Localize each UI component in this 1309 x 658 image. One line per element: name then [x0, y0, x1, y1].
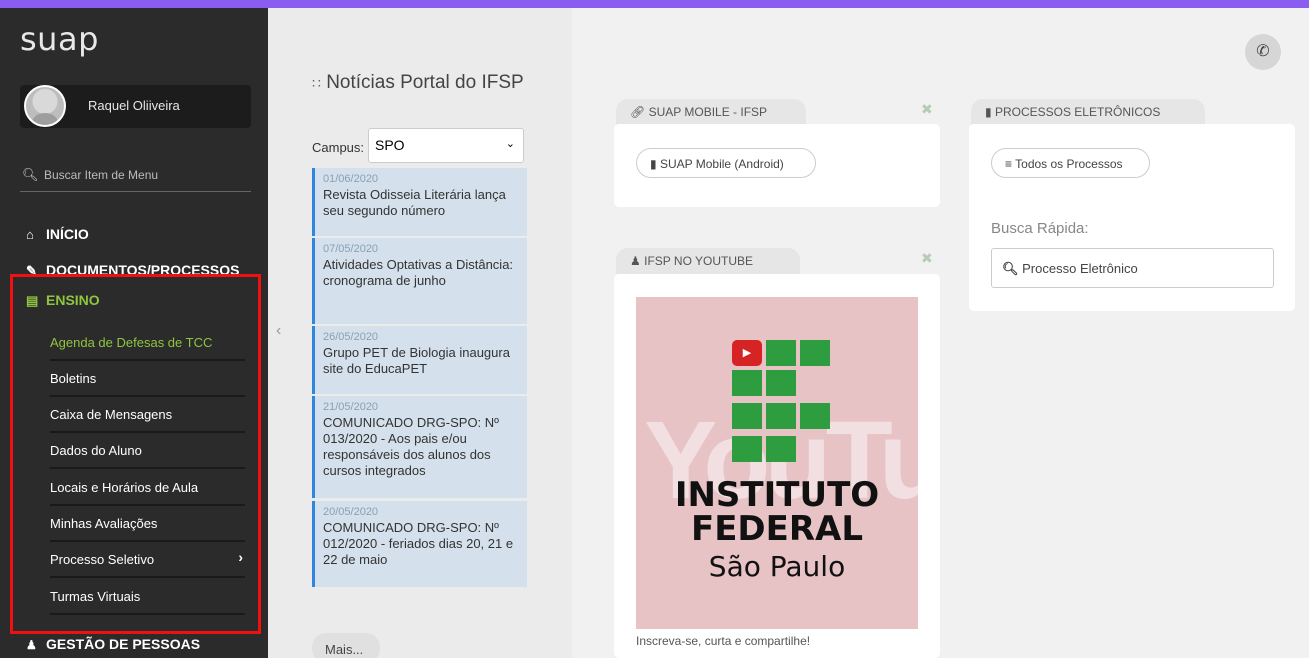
chevron-left-icon[interactable]: ‹ — [276, 322, 281, 340]
thumbnail-text-line2: FEDERAL — [690, 509, 864, 549]
more-news-button[interactable]: Mais... — [312, 633, 380, 658]
logo-square — [800, 340, 830, 366]
news-headline[interactable]: COMUNICADO DRG-SPO: Nº 013/2020 - Aos pa… — [323, 415, 519, 479]
submenu-boletins[interactable]: Boletins — [50, 362, 245, 397]
logo-square — [766, 340, 796, 366]
phone-icon[interactable]: ✆ — [1245, 34, 1281, 70]
close-icon[interactable]: ✖ — [921, 101, 933, 118]
news-date: 01/06/2020 — [323, 173, 379, 185]
news-headline[interactable]: Atividades Optativas a Distância: cronog… — [323, 257, 519, 289]
busca-rapida-label: Busca Rápida: — [991, 220, 1089, 237]
chevron-right-icon: › — [238, 549, 243, 565]
suap-mobile-android-button[interactable]: ▮ SUAP Mobile (Android) — [636, 148, 816, 178]
avatar — [24, 85, 66, 127]
thumbnail-text-line3: São Paulo — [708, 550, 846, 583]
button-label: Todos os Processos — [1015, 157, 1123, 171]
todos-processos-button[interactable]: ≡ Todos os Processos — [991, 148, 1150, 178]
news-item[interactable]: 01/06/2020 Revista Odisseia Literária la… — [312, 168, 527, 236]
news-item[interactable]: 20/05/2020 COMUNICADO DRG-SPO: Nº 012/20… — [312, 501, 527, 587]
news-headline[interactable]: Revista Odisseia Literária lança seu seg… — [323, 187, 519, 219]
card-title: SUAP MOBILE - IFSP — [648, 105, 768, 119]
campus-select[interactable]: SPO ⌄ — [368, 128, 524, 163]
menu-item-label: GESTÃO DE PESSOAS — [46, 636, 201, 652]
news-date: 07/05/2020 — [323, 243, 379, 255]
menu-item-label: INÍCIO — [46, 226, 89, 242]
list-icon: ≡ — [1005, 157, 1013, 171]
busca-placeholder: Processo Eletrônico — [1022, 261, 1138, 276]
submenu-caixa-mensagens[interactable]: Caixa de Mensagens — [50, 398, 245, 433]
busca-rapida-input[interactable]: 🔍︎ Processo Eletrônico — [991, 248, 1274, 288]
logo-square — [766, 370, 796, 396]
logo-square — [732, 370, 762, 396]
button-label: SUAP Mobile (Android) — [659, 157, 784, 171]
logo-square — [766, 403, 796, 429]
card-tab-youtube: ♟ IFSP NO YOUTUBE — [616, 248, 800, 274]
menu-item-label: ENSINO — [46, 292, 100, 308]
close-icon[interactable]: ✖ — [921, 250, 933, 267]
youtube-caption: Inscreva-se, curta e compartilhe! — [636, 634, 811, 648]
campus-select-value: SPO — [375, 137, 405, 153]
users-icon: ♟ — [630, 254, 641, 268]
home-icon: ⌂ — [26, 227, 34, 242]
users-icon: ♟ — [26, 638, 37, 652]
mobile-icon: ▮ — [650, 157, 657, 171]
youtube-play-icon: ▶ — [732, 340, 762, 366]
menu-item-ensino[interactable]: ▤ ENSINO — [26, 292, 100, 309]
news-date: 21/05/2020 — [323, 401, 379, 413]
menu-item-gestao-pessoas[interactable]: ♟ GESTÃO DE PESSOAS — [26, 636, 200, 652]
thumbnail-text-line1: INSTITUTO — [674, 475, 880, 515]
user-name: Raquel Oliiveira — [88, 98, 180, 113]
submenu-dados-aluno[interactable]: Dados do Aluno — [50, 434, 245, 469]
app-logo[interactable]: suap — [20, 20, 99, 58]
submenu-label: Processo Seletivo — [50, 552, 155, 567]
news-headline[interactable]: Grupo PET de Biologia inaugura site do E… — [323, 345, 519, 377]
search-icon: 🔍︎ — [1002, 261, 1019, 276]
campus-label: Campus: — [312, 140, 365, 155]
news-item[interactable]: 07/05/2020 Atividades Optativas a Distân… — [312, 238, 527, 324]
news-date: 26/05/2020 — [323, 331, 379, 343]
menu-item-inicio[interactable]: ⌂ INÍCIO — [26, 226, 89, 242]
submenu-locais-horarios[interactable]: Locais e Horários de Aula — [50, 471, 245, 506]
menu-search-input[interactable]: Buscar Item de Menu — [44, 168, 158, 182]
card-tab-processos: ▮ PROCESSOS ELETRÔNICOS — [971, 99, 1205, 125]
chalkboard-icon: ▤ — [26, 293, 39, 308]
submenu-processo-seletivo[interactable]: Processo Seletivo › — [50, 543, 245, 578]
logo-square — [800, 403, 830, 429]
news-title-text: Notícias Portal do IFSP — [326, 72, 524, 93]
submenu-agenda-defesas[interactable]: Agenda de Defesas de TCC — [50, 326, 245, 361]
submenu-turmas-virtuais[interactable]: Turmas Virtuais — [50, 580, 245, 615]
menu-search[interactable]: 🔍︎ Buscar Item de Menu — [20, 165, 251, 192]
user-profile[interactable]: Raquel Oliiveira — [20, 85, 251, 128]
news-title: ∷ Notícias Portal do IFSP — [312, 72, 542, 94]
link-icon: 🔗︎ — [630, 105, 646, 119]
news-date: 20/05/2020 — [323, 506, 379, 518]
logo-square — [732, 436, 762, 462]
logo-square — [766, 436, 796, 462]
submenu-minhas-avaliacoes[interactable]: Minhas Avaliações — [50, 507, 245, 542]
news-item[interactable]: 21/05/2020 COMUNICADO DRG-SPO: Nº 013/20… — [312, 396, 527, 498]
logo-square — [732, 403, 762, 429]
news-headline[interactable]: COMUNICADO DRG-SPO: Nº 012/2020 - feriad… — [323, 520, 519, 568]
card-tab-mobile: 🔗︎ SUAP MOBILE - IFSP — [616, 99, 806, 125]
card-title: IFSP NO YOUTUBE — [644, 254, 754, 268]
file-icon: ▮ — [985, 105, 992, 119]
card-title: PROCESSOS ELETRÔNICOS — [994, 105, 1161, 119]
search-icon: 🔍︎ — [22, 167, 39, 182]
news-item[interactable]: 26/05/2020 Grupo PET de Biologia inaugur… — [312, 326, 527, 394]
rss-icon: ∷ — [312, 75, 321, 91]
chevron-down-icon: ⌄ — [505, 138, 515, 150]
